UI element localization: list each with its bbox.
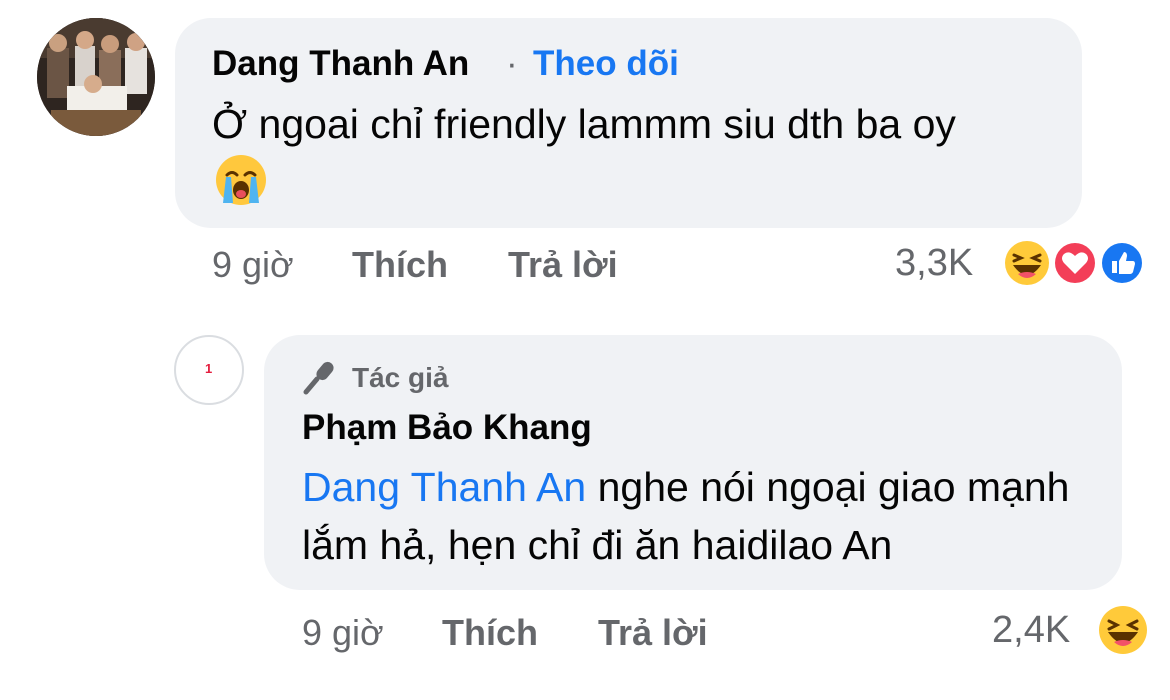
reply-button[interactable]: Trả lời: [598, 612, 708, 654]
love-icon: [1052, 240, 1098, 286]
like-icon: [1099, 240, 1145, 286]
microphone-icon: [300, 357, 340, 397]
comment-text: Dang Thanh An nghe nói ngoại giao mạnh l…: [302, 458, 1112, 574]
loudly-crying-face-icon: [214, 153, 268, 207]
mention-link[interactable]: Dang Thanh An: [302, 464, 586, 510]
reaction-count[interactable]: 3,3K: [895, 242, 973, 285]
haha-icon: [1002, 238, 1052, 288]
avatar-label: 1: [205, 361, 213, 376]
author-badge: Tác giả: [352, 362, 449, 393]
avatar[interactable]: [37, 18, 155, 136]
reply-button[interactable]: Trả lời: [508, 244, 618, 286]
reaction-count[interactable]: 2,4K: [992, 609, 1070, 652]
follow-link[interactable]: Theo dõi: [533, 44, 679, 84]
group-photo-avatar: [37, 18, 155, 136]
comment-time[interactable]: 9 giờ: [212, 244, 294, 286]
haha-icon[interactable]: [1097, 604, 1149, 656]
reactions-summary[interactable]: [1000, 237, 1150, 289]
comment-time[interactable]: 9 giờ: [302, 612, 384, 654]
like-button[interactable]: Thích: [352, 244, 448, 286]
comment-author[interactable]: Dang Thanh An: [212, 44, 469, 84]
like-button[interactable]: Thích: [442, 612, 538, 654]
comment-text: Ở ngoai chỉ friendly lammm siu dth ba oy: [212, 101, 956, 147]
separator-dot: ·: [506, 44, 518, 83]
comment-author[interactable]: Phạm Bảo Khang: [302, 408, 592, 448]
